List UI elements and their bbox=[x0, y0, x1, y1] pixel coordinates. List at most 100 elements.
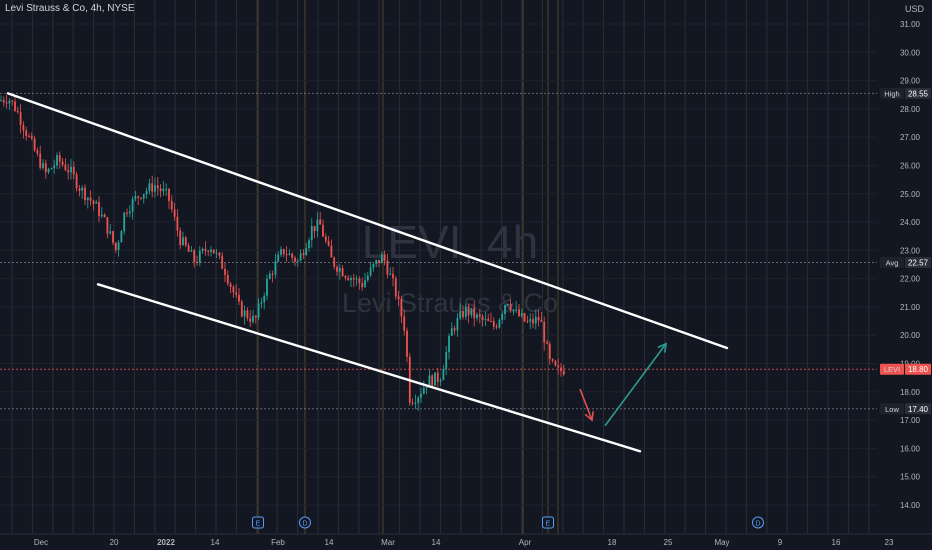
candle-body bbox=[291, 253, 294, 258]
candle-body bbox=[257, 303, 260, 318]
candle-body bbox=[106, 217, 109, 234]
watermark: LEVI, 4h Levi Strauss & Co bbox=[342, 216, 558, 318]
candle-body bbox=[282, 249, 285, 255]
candle-body bbox=[498, 319, 501, 328]
candle-body bbox=[131, 199, 134, 212]
candle-body bbox=[467, 306, 470, 316]
candle-body bbox=[439, 380, 442, 382]
candle-body bbox=[375, 259, 378, 265]
candle-body bbox=[369, 267, 372, 276]
candle-body bbox=[459, 311, 462, 319]
candle-body bbox=[156, 185, 159, 189]
candle-body bbox=[518, 309, 520, 317]
marker-value: 28.55 bbox=[908, 89, 929, 98]
candle-body bbox=[537, 317, 540, 321]
y-tick-label: 14.00 bbox=[900, 501, 921, 510]
candle-body bbox=[224, 268, 226, 275]
candle-body bbox=[36, 150, 39, 154]
candle-body bbox=[271, 273, 274, 275]
candle-body bbox=[117, 242, 120, 250]
candle-body bbox=[103, 214, 106, 218]
candle-body bbox=[509, 303, 512, 310]
candle-body bbox=[16, 110, 19, 113]
marker-value: 17.40 bbox=[908, 405, 929, 414]
arrow-up bbox=[604, 343, 667, 427]
x-tick-label: 9 bbox=[778, 538, 783, 547]
candle-body bbox=[515, 309, 518, 311]
candle-body bbox=[551, 358, 554, 361]
candle-body bbox=[456, 318, 459, 331]
candle-body bbox=[112, 231, 114, 243]
candle-body bbox=[159, 188, 162, 192]
candle-body bbox=[319, 219, 322, 225]
candle-body bbox=[529, 319, 532, 322]
candle-body bbox=[198, 251, 201, 263]
candle-body bbox=[215, 252, 218, 254]
candle-body bbox=[140, 197, 142, 199]
candle-body bbox=[173, 209, 176, 217]
x-tick-label: Feb bbox=[271, 538, 285, 547]
x-tick-label: 14 bbox=[325, 538, 334, 547]
candle-body bbox=[170, 200, 173, 210]
candle-body bbox=[30, 136, 33, 139]
y-tick-label: 29.00 bbox=[900, 77, 921, 86]
candle-body bbox=[89, 197, 92, 201]
candle-body bbox=[492, 321, 495, 327]
y-tick-label: 25.00 bbox=[900, 190, 921, 199]
projection-arrows[interactable] bbox=[579, 342, 667, 427]
symbol-title[interactable]: Levi Strauss & Co, 4h, NYSE bbox=[5, 3, 135, 14]
candle-body bbox=[414, 402, 417, 404]
candle-body bbox=[324, 236, 327, 242]
candle-body bbox=[378, 259, 380, 264]
candle-body bbox=[470, 308, 473, 316]
candle-body bbox=[128, 211, 131, 214]
marker-label: Low bbox=[885, 405, 899, 414]
candle-body bbox=[526, 321, 529, 323]
candle-body bbox=[280, 249, 282, 255]
candle-body bbox=[78, 188, 81, 191]
candle-body bbox=[557, 365, 560, 368]
candle-body bbox=[47, 168, 50, 173]
candle-body bbox=[64, 164, 67, 171]
candle-body bbox=[436, 372, 439, 382]
candle-body bbox=[397, 296, 400, 300]
candle-body bbox=[277, 254, 280, 262]
candle-body bbox=[464, 306, 467, 317]
candle-body bbox=[210, 249, 212, 253]
event-label: E bbox=[546, 521, 551, 528]
candle-body bbox=[383, 254, 386, 261]
candle-body bbox=[72, 166, 75, 175]
candle-body bbox=[495, 326, 498, 328]
y-tick-label: 20.00 bbox=[900, 331, 921, 340]
candle-body bbox=[142, 194, 145, 199]
candle-body bbox=[476, 314, 478, 319]
y-tick-label: 24.00 bbox=[900, 218, 921, 227]
candle-body bbox=[120, 231, 123, 243]
candle-body bbox=[490, 320, 492, 322]
candle-body bbox=[512, 309, 515, 311]
candle-body bbox=[520, 313, 523, 317]
candle-body bbox=[364, 280, 366, 288]
event-markers[interactable]: EDED bbox=[252, 516, 764, 529]
time-axis[interactable] bbox=[0, 534, 932, 550]
candle-body bbox=[92, 200, 95, 204]
candle-body bbox=[347, 277, 350, 281]
candle-body bbox=[134, 196, 137, 200]
candle-body bbox=[484, 318, 487, 320]
candle-body bbox=[39, 153, 42, 168]
candle-body bbox=[162, 188, 165, 192]
candle-body bbox=[386, 260, 389, 275]
candle-body bbox=[154, 185, 156, 192]
candle-body bbox=[403, 316, 406, 331]
x-tick-label: 14 bbox=[211, 538, 220, 547]
candle-body bbox=[123, 212, 126, 232]
x-tick-label: Mar bbox=[381, 538, 395, 547]
x-tick-label: Dec bbox=[34, 538, 48, 547]
candle-body bbox=[8, 100, 11, 104]
price-chart[interactable]: LEVI, 4h Levi Strauss & Co 31.00 30.00 29.… bbox=[0, 0, 932, 550]
y-tick-label: 15.00 bbox=[900, 473, 921, 482]
candle-body bbox=[445, 352, 448, 370]
x-tick-label: 23 bbox=[885, 538, 894, 547]
y-tick-label: 28.00 bbox=[900, 105, 921, 114]
candle-body bbox=[218, 252, 221, 256]
